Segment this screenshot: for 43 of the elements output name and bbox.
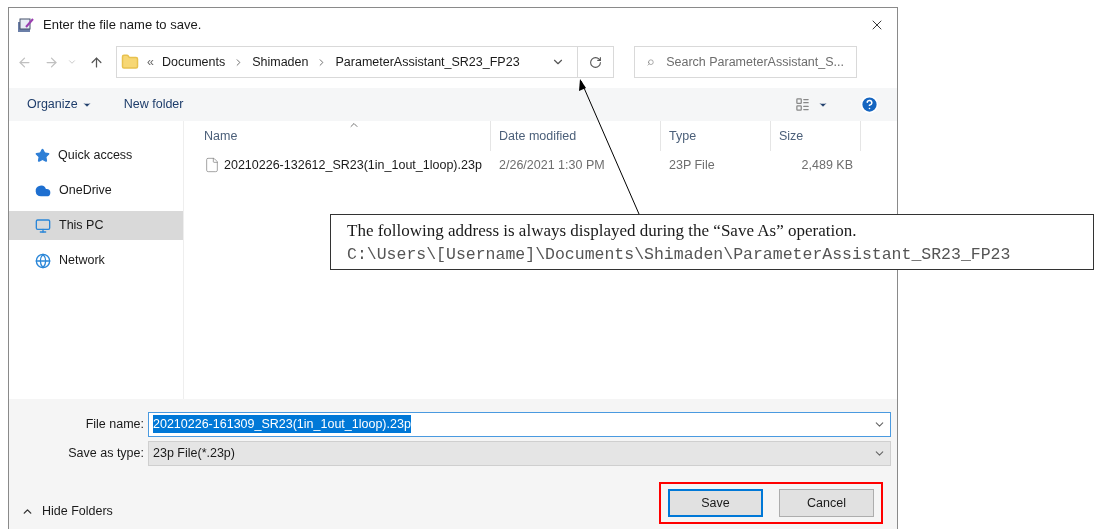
window-title: Enter the file name to save.	[43, 16, 202, 35]
breadcrumb[interactable]: Documents	[161, 52, 226, 72]
table-cell-text: 2,489 KB	[801, 156, 853, 174]
star-icon	[35, 148, 50, 163]
table-cell-text: 2/26/2021 1:30 PM	[499, 156, 605, 174]
file-row[interactable]: 20210226-132612_SR23(1in_1out_1loop).23p 2/26/2021 1:30 PM 23P File 2,489 KB	[196, 153, 897, 177]
up-icon[interactable]	[89, 54, 104, 70]
file-name-field[interactable]: 20210226-161309_SR23(1in_1out_1loop).23p	[148, 411, 891, 437]
cancel-button[interactable]: Cancel	[779, 489, 874, 517]
file-name-value: 20210226-161309_SR23(1in_1out_1loop).23p	[153, 414, 411, 434]
column-header[interactable]: Name	[196, 121, 491, 151]
save-button[interactable]: Save	[668, 489, 763, 517]
field-label: Save as type:	[67, 444, 145, 462]
save-type-select[interactable]: 23p File(*.23p)	[148, 440, 891, 466]
sidebar-item[interactable]: Quick access	[9, 141, 183, 170]
table-cell-text: 20210226-132612_SR23(1in_1out_1loop).23p	[224, 156, 482, 174]
sidebar-item[interactable]: OneDrive	[9, 176, 183, 205]
globe-icon	[35, 252, 51, 269]
refresh-icon[interactable]	[589, 55, 602, 69]
monitor-icon	[35, 217, 51, 234]
organize-menu[interactable]: Organize	[27, 95, 92, 114]
sidebar-item[interactable]: This PC	[9, 211, 183, 240]
help-icon[interactable]	[860, 95, 879, 114]
breadcrumb[interactable]: ParameterAssistant_SR23_FP23	[335, 52, 520, 72]
field-label: File name:	[84, 415, 145, 433]
search-placeholder: Search ParameterAssistant_S...	[666, 53, 844, 71]
address-bar[interactable]: « Documents Shimaden ParameterAssistant_SR23_FP23	[116, 46, 614, 78]
sidebar-item[interactable]: Network	[9, 246, 183, 275]
app-icon	[17, 17, 35, 33]
column-header[interactable]: Date modified	[491, 121, 661, 151]
new-folder-button[interactable]: New folder	[123, 95, 184, 114]
column-header[interactable]: Size	[771, 121, 861, 151]
breadcrumb[interactable]: Shimaden	[252, 52, 309, 72]
annotation-text: The following address is always displayed during the “Save As” operation.	[347, 220, 858, 242]
table-cell-text: 23P File	[669, 156, 715, 174]
file-icon	[204, 157, 220, 173]
folder-icon	[121, 53, 139, 71]
overflow-chevron[interactable]: «	[147, 52, 154, 72]
annotation-path: C:\Users\[Username]\Documents\Shimaden\ParameterAssistant_SR23_FP23	[347, 244, 1012, 266]
search-field[interactable]: Search ParameterAssistant_S...	[634, 46, 857, 78]
hide-folders-toggle[interactable]: Hide Folders	[21, 501, 113, 521]
view-icon[interactable]	[795, 97, 810, 112]
column-header[interactable]: Type	[661, 121, 771, 151]
